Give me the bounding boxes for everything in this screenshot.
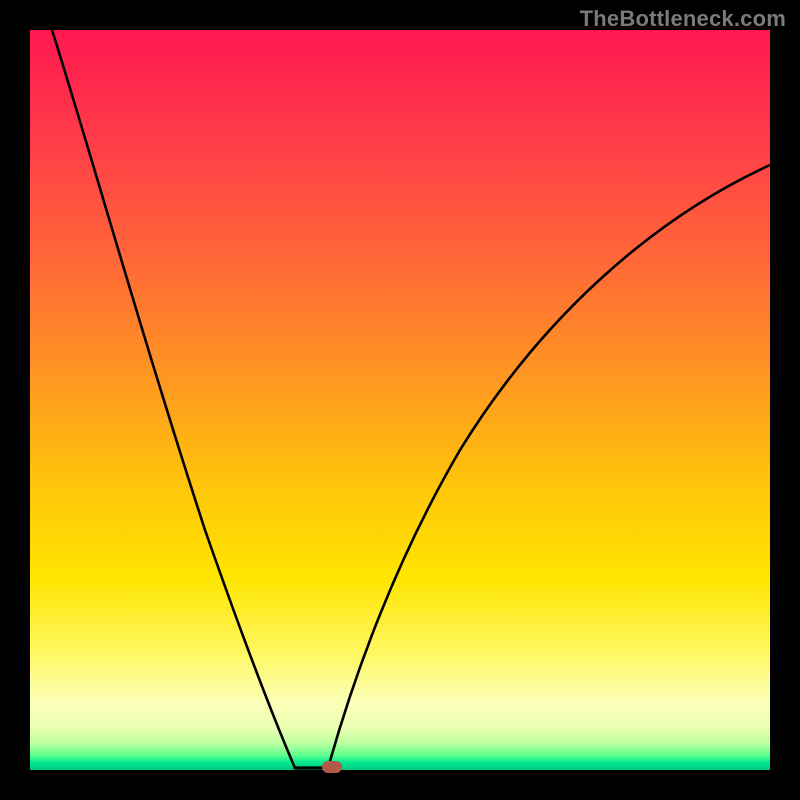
min-marker [322,761,342,773]
plot-area [30,30,770,770]
watermark-text: TheBottleneck.com [580,6,786,32]
curve-left-branch [52,30,295,768]
chart-container: TheBottleneck.com [0,0,800,800]
curve-right-branch [328,165,770,768]
bottleneck-curve [30,30,770,770]
